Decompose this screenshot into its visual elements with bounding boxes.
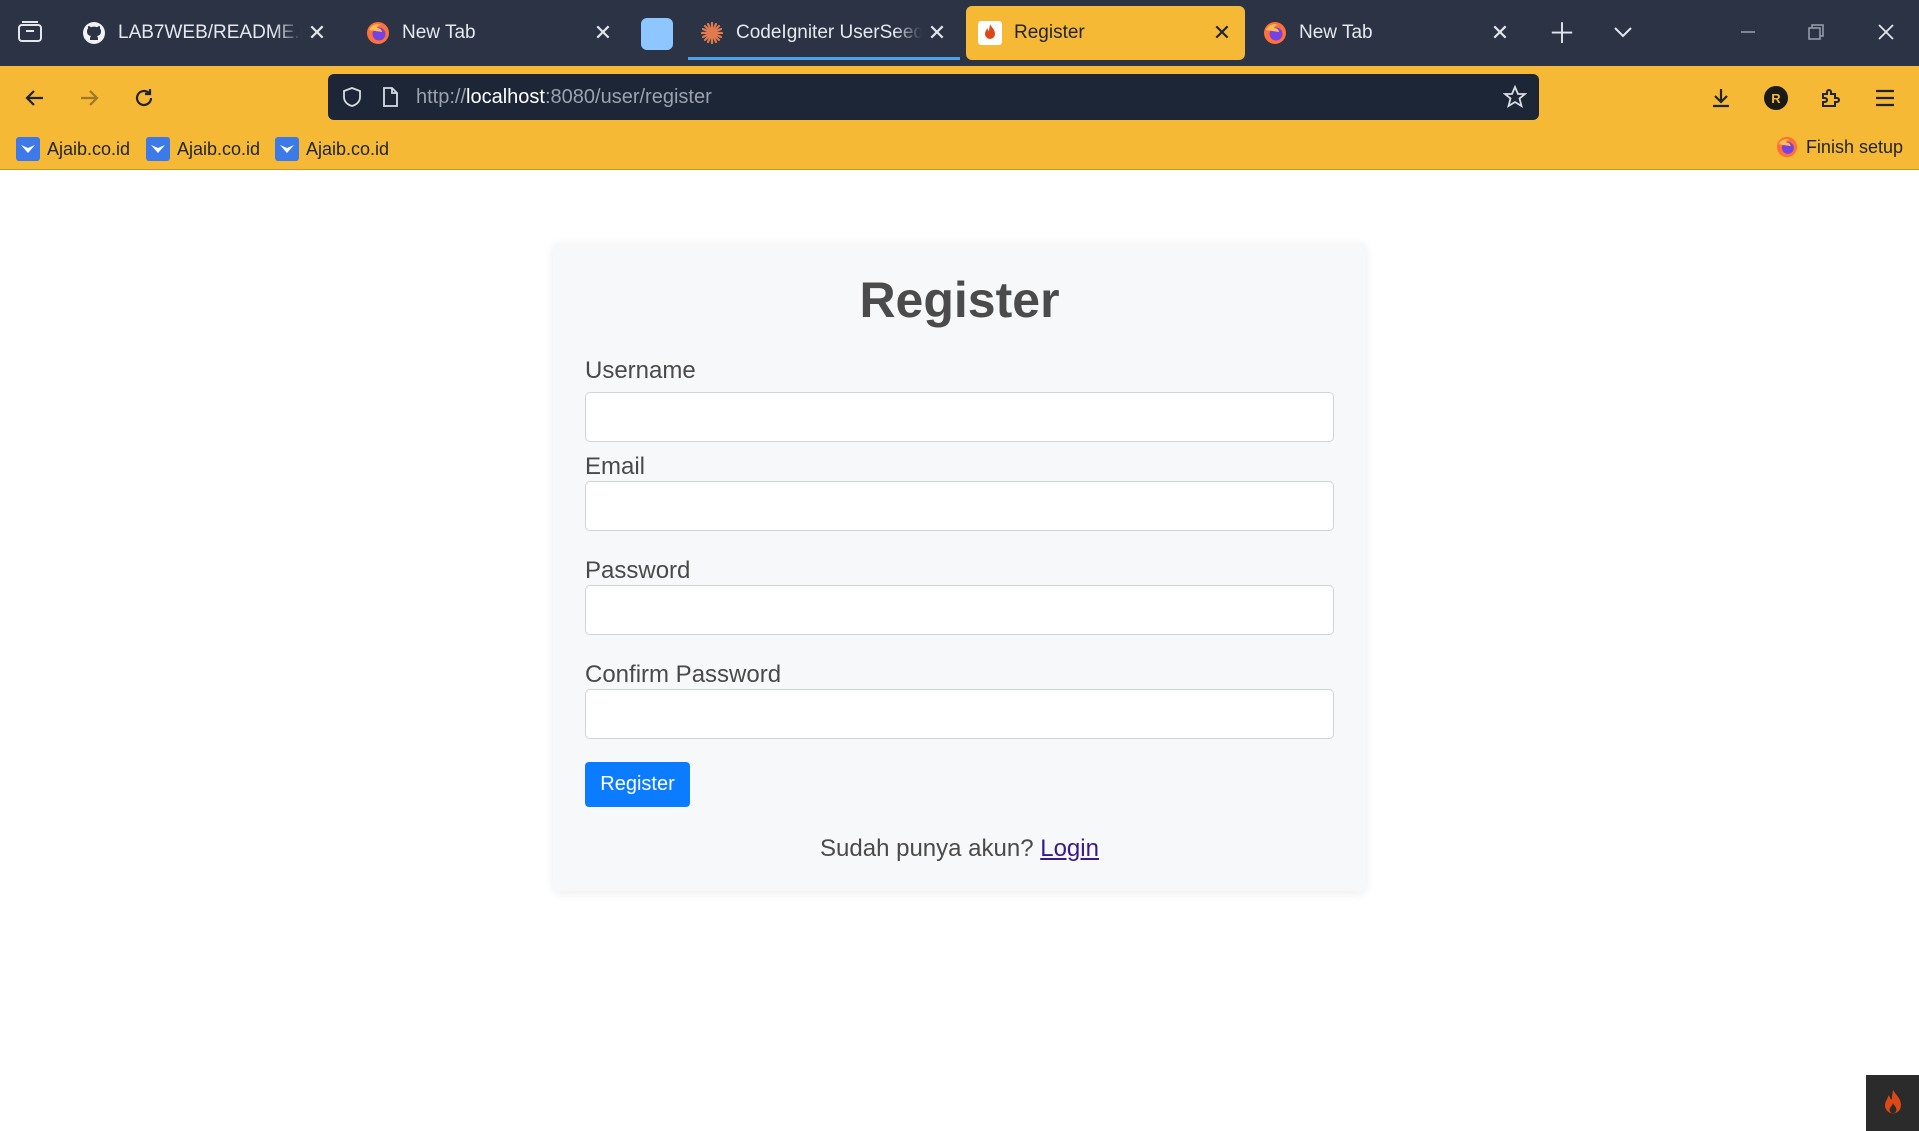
confirm-password-label: Confirm Password: [585, 661, 782, 688]
username-label: Username: [585, 357, 696, 384]
menu-button[interactable]: [1866, 79, 1904, 117]
tab-new-tab-1[interactable]: New Tab ✕: [354, 6, 626, 60]
tab-list-icon: [18, 21, 42, 42]
list-all-tabs-button[interactable]: [1605, 14, 1641, 50]
page-icon[interactable]: [378, 85, 402, 109]
username-field[interactable]: [585, 392, 1334, 442]
address-bar[interactable]: http://localhost:8080/user/register: [328, 74, 1539, 120]
tab-new-tab-2[interactable]: New Tab ✕: [1251, 6, 1523, 60]
tab-label: CodeIgniter UserSeeder I: [736, 22, 922, 43]
tab-group-indicator[interactable]: [641, 18, 673, 50]
page-content: Register Username Email Password Confirm…: [0, 170, 1919, 1131]
close-tab-icon[interactable]: ✕: [1207, 18, 1237, 48]
debug-toolbar-button[interactable]: [1866, 1075, 1919, 1131]
plus-icon: ＋: [1547, 18, 1576, 49]
login-prompt-text: Sudah punya akun?: [820, 835, 1034, 862]
url-host: localhost: [466, 85, 545, 108]
tab-strip: LAB7WEB/README.md at ✕ New Tab ✕ CodeIgn…: [0, 0, 1919, 66]
close-tab-icon[interactable]: ✕: [588, 18, 618, 48]
confirm-password-field[interactable]: [585, 689, 1334, 739]
bookmark-favicon-icon: [146, 137, 170, 161]
url-text[interactable]: http://localhost:8080/user/register: [416, 86, 712, 109]
close-tab-icon[interactable]: ✕: [302, 18, 332, 48]
tab-readme[interactable]: LAB7WEB/README.md at ✕: [70, 6, 340, 60]
finish-setup-label: Finish setup: [1805, 136, 1903, 157]
email-label: Email: [585, 453, 646, 480]
url-path: :8080/user/register: [544, 85, 712, 108]
tab-register[interactable]: Register ✕: [966, 6, 1245, 60]
password-field[interactable]: [585, 585, 1334, 635]
extensions-button[interactable]: [1812, 79, 1850, 117]
codeigniter-flame-icon: [1884, 1089, 1901, 1114]
reload-icon: [135, 89, 153, 107]
avatar: R: [1764, 86, 1788, 110]
register-button[interactable]: Register: [585, 762, 690, 807]
bookmark-favicon-icon: [16, 137, 40, 161]
forward-button[interactable]: [70, 79, 108, 117]
login-prompt: Sudah punya akun? Login: [553, 835, 1366, 863]
minimize-icon: [1741, 31, 1755, 33]
new-tab-button[interactable]: ＋: [1544, 14, 1580, 50]
login-link[interactable]: Login: [1040, 835, 1099, 862]
hamburger-icon: [1876, 89, 1894, 107]
codeigniter-flame-icon: [978, 21, 1002, 45]
finish-setup-button[interactable]: Finish setup: [1776, 136, 1903, 158]
password-label: Password: [585, 557, 691, 584]
firefox-icon: [1776, 136, 1798, 158]
browser-window: LAB7WEB/README.md at ✕ New Tab ✕ CodeIgn…: [0, 0, 1919, 1131]
github-icon: [82, 21, 106, 45]
page-title: Register: [859, 272, 1060, 328]
account-button[interactable]: R: [1757, 79, 1795, 117]
arrow-left-icon: [25, 90, 43, 106]
bookmark-label: Ajaib.co.id: [47, 138, 131, 159]
tab-label: LAB7WEB/README.md at: [118, 22, 302, 43]
close-tab-icon[interactable]: ✕: [1485, 18, 1515, 48]
bookmark-item[interactable]: Ajaib.co.id: [146, 136, 260, 162]
tab-groups-button[interactable]: [12, 14, 48, 50]
bookmark-label: Ajaib.co.id: [177, 138, 261, 159]
minimize-button[interactable]: [1730, 14, 1766, 50]
chevron-down-icon: [1614, 27, 1632, 38]
restore-icon: [1808, 24, 1824, 40]
close-window-button[interactable]: [1868, 14, 1904, 50]
close-tab-icon[interactable]: ✕: [922, 18, 952, 48]
url-scheme: http://: [416, 85, 467, 108]
bookmark-star-icon[interactable]: [1503, 85, 1527, 109]
tab-label: Register: [1014, 22, 1085, 43]
puzzle-icon: [1822, 89, 1840, 107]
register-card: Register Username Email Password Confirm…: [553, 243, 1366, 891]
tab-label: New Tab: [1299, 22, 1373, 43]
close-icon: [1878, 24, 1894, 40]
reload-button[interactable]: [125, 79, 163, 117]
bookmark-favicon-icon: [275, 137, 299, 161]
bookmark-item[interactable]: Ajaib.co.id: [16, 136, 130, 162]
email-field[interactable]: [585, 481, 1334, 531]
firefox-icon: [1263, 21, 1287, 45]
arrow-right-icon: [81, 90, 99, 106]
download-icon: [1713, 89, 1729, 108]
back-button[interactable]: [16, 79, 54, 117]
tab-userseeder[interactable]: CodeIgniter UserSeeder I ✕: [688, 6, 960, 60]
bookmarks-toolbar: Ajaib.co.id Ajaib.co.id Ajaib.co.id Fini…: [0, 128, 1919, 170]
shield-icon[interactable]: [340, 85, 364, 109]
firefox-icon: [366, 21, 390, 45]
bookmark-label: Ajaib.co.id: [306, 138, 390, 159]
tab-label: New Tab: [402, 22, 476, 43]
downloads-button[interactable]: [1702, 79, 1740, 117]
bookmark-item[interactable]: Ajaib.co.id: [275, 136, 389, 162]
restore-button[interactable]: [1798, 14, 1834, 50]
navigation-toolbar: http://localhost:8080/user/register R: [0, 66, 1919, 128]
asterisk-icon: [700, 21, 724, 45]
